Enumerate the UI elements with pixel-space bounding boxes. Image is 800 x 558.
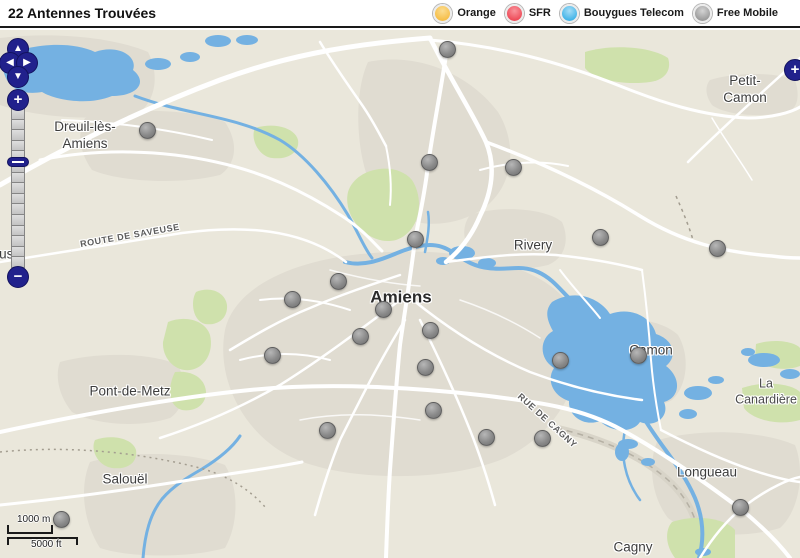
markers-layer <box>0 30 800 558</box>
antenna-marker[interactable] <box>439 41 456 58</box>
antenna-marker[interactable] <box>422 322 439 339</box>
antenna-marker[interactable] <box>53 511 70 528</box>
antenna-marker[interactable] <box>425 402 442 419</box>
antenna-marker[interactable] <box>534 430 551 447</box>
antenna-marker[interactable] <box>319 422 336 439</box>
antenna-marker[interactable] <box>264 347 281 364</box>
zoom-out-button[interactable]: − <box>7 266 29 288</box>
header-bar: 22 Antennes Trouvées Orange SFR Bouygues T… <box>0 0 800 28</box>
legend: Orange SFR Bouygues Telecom Free Mobile <box>433 4 778 23</box>
antenna-marker[interactable] <box>352 328 369 345</box>
arrow-down-icon: ▼ <box>13 72 23 82</box>
legend-item-orange[interactable]: Orange <box>433 4 496 23</box>
legend-item-free-mobile[interactable]: Free Mobile <box>693 4 778 23</box>
operator-color-dot <box>433 4 452 23</box>
legend-item-sfr[interactable]: SFR <box>505 4 551 23</box>
page-title: 22 Antennes Trouvées <box>8 5 156 21</box>
zoom-slider-track[interactable] <box>11 108 25 268</box>
antenna-marker[interactable] <box>375 301 392 318</box>
antenna-marker[interactable] <box>478 429 495 446</box>
operator-color-dot <box>505 4 524 23</box>
legend-item-bouygues-telecom[interactable]: Bouygues Telecom <box>560 4 684 23</box>
antenna-marker[interactable] <box>592 229 609 246</box>
operator-color-dot <box>693 4 712 23</box>
legend-label: Orange <box>457 7 496 19</box>
antenna-marker[interactable] <box>330 273 347 290</box>
layer-switcher-button[interactable]: + <box>784 59 800 81</box>
antenna-marker[interactable] <box>139 122 156 139</box>
zoom-slider-handle[interactable] <box>7 157 29 167</box>
legend-label: SFR <box>529 7 551 19</box>
plus-icon: + <box>791 62 800 77</box>
map-canvas[interactable]: Dreuil-lès- AmiensPetit-CamonRiveryAmien… <box>0 30 800 558</box>
antenna-marker[interactable] <box>284 291 301 308</box>
antenna-marker[interactable] <box>732 499 749 516</box>
antenna-marker[interactable] <box>417 359 434 376</box>
legend-label: Bouygues Telecom <box>584 7 684 19</box>
operator-color-dot <box>560 4 579 23</box>
antenna-marker[interactable] <box>630 347 647 364</box>
arrow-right-icon: ▶ <box>23 58 31 68</box>
antenna-marker[interactable] <box>421 154 438 171</box>
minus-icon: − <box>14 269 23 284</box>
zoom-in-button[interactable]: + <box>7 89 29 111</box>
antenna-marker[interactable] <box>552 352 569 369</box>
antenna-marker[interactable] <box>505 159 522 176</box>
antenna-marker[interactable] <box>709 240 726 257</box>
legend-label: Free Mobile <box>717 7 778 19</box>
plus-icon: + <box>14 92 23 107</box>
pan-down-button[interactable]: ▼ <box>7 66 29 88</box>
antenna-marker[interactable] <box>407 231 424 248</box>
